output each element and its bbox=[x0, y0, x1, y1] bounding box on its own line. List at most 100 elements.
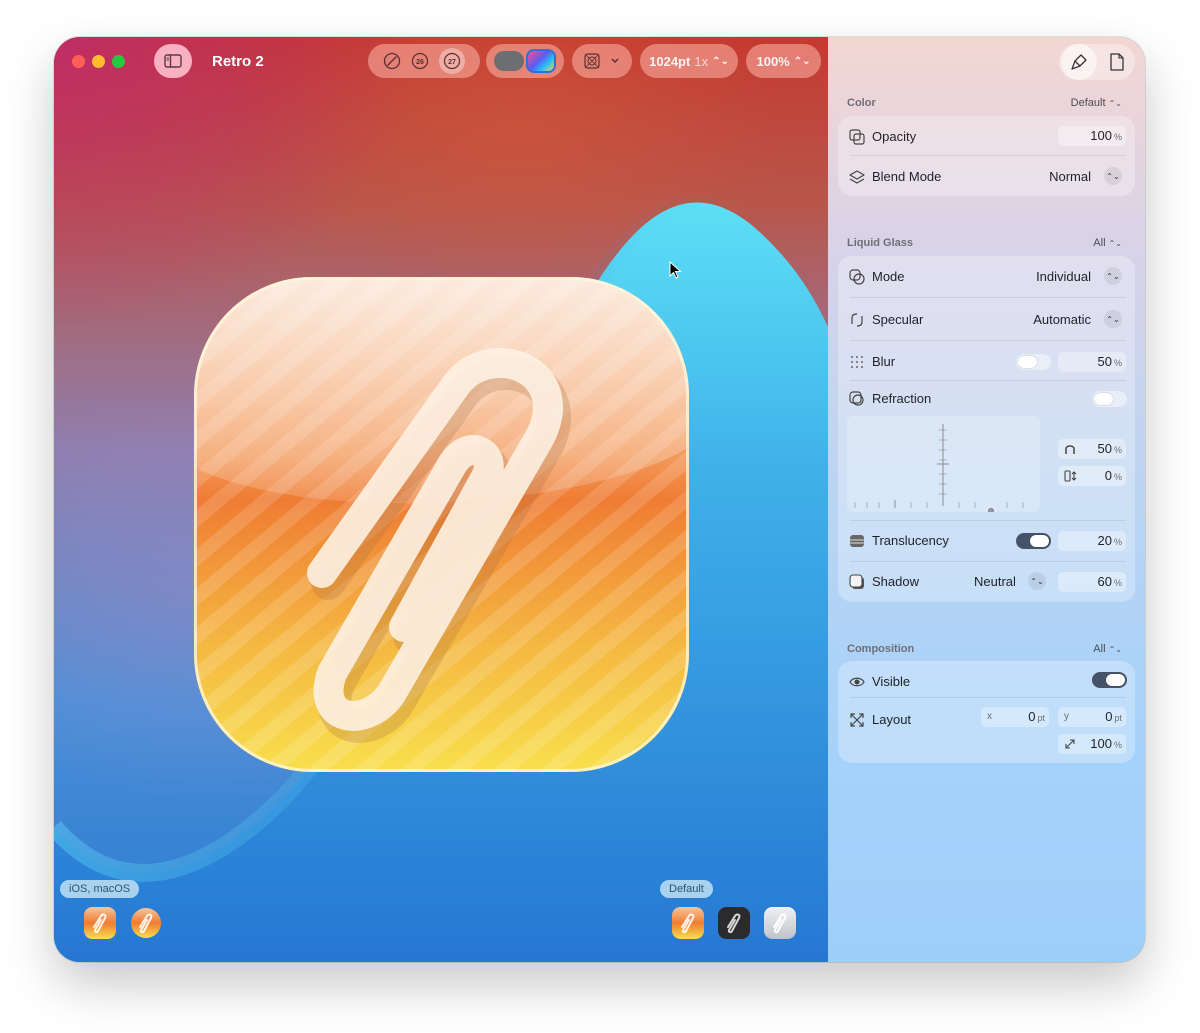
layout-x-value: 0 bbox=[1028, 709, 1036, 724]
zoom-value: 100% bbox=[756, 53, 790, 69]
mouse-cursor-icon bbox=[669, 261, 682, 279]
blur-icon bbox=[851, 356, 863, 368]
toggle-knob bbox=[1018, 356, 1037, 368]
fill-style-control[interactable] bbox=[486, 44, 564, 78]
refraction-toggle[interactable] bbox=[1092, 391, 1127, 407]
zoom-menu[interactable]: 100% ⌃⌄ bbox=[746, 44, 821, 78]
gradient-fill-swatch[interactable] bbox=[526, 49, 556, 73]
svg-text:27: 27 bbox=[448, 59, 456, 66]
translucency-value: 20 bbox=[1097, 533, 1112, 548]
none-slash-icon[interactable] bbox=[383, 52, 401, 70]
composition-group: Visible Layout x 0 pt y 0 pt 100% bbox=[838, 661, 1135, 763]
mode-row: Mode Individual ⌃⌄ bbox=[838, 256, 1135, 298]
layout-y-field[interactable]: y 0 pt bbox=[1058, 707, 1126, 727]
color-scope-menu[interactable]: Default ⌃⌄ bbox=[1071, 97, 1122, 109]
solid-fill-swatch[interactable] bbox=[494, 51, 524, 71]
mode-popup-button[interactable]: ⌃⌄ bbox=[1104, 267, 1122, 285]
canvas-area[interactable]: Retro 2 26 27 1024pt 1x ⌃⌄ 100% ⌃⌄ iOS, … bbox=[54, 37, 828, 962]
color-group: Opacity 100% Blend Mode Normal ⌃⌄ bbox=[838, 116, 1135, 196]
visible-label: Visible bbox=[872, 674, 911, 689]
shadow-field[interactable]: 60% bbox=[1058, 572, 1126, 592]
shadow-value: 60 bbox=[1097, 574, 1112, 589]
default-clear-icon-thumbnail[interactable] bbox=[764, 907, 796, 939]
appearance-segmented-control[interactable]: 26 27 bbox=[368, 44, 480, 78]
layout-x-field[interactable]: x 0 pt bbox=[981, 707, 1049, 727]
layout-scale-field[interactable]: 100% bbox=[1058, 734, 1126, 754]
specular-value[interactable]: Automatic bbox=[1033, 312, 1091, 327]
visible-toggle[interactable] bbox=[1092, 672, 1127, 688]
scale-value: 1x bbox=[694, 53, 709, 69]
macos-icon-thumbnail[interactable] bbox=[130, 907, 162, 939]
layout-y-prefix: y bbox=[1064, 711, 1069, 722]
arch-icon bbox=[1065, 445, 1075, 454]
ios-icon-thumbnail[interactable] bbox=[84, 907, 116, 939]
opacity-row: Opacity 100% bbox=[838, 116, 1135, 158]
ios-26-icon[interactable]: 26 bbox=[411, 52, 429, 70]
liquid-glass-section-title: Liquid Glass bbox=[847, 237, 914, 249]
layout-scale-value: 100 bbox=[1090, 736, 1112, 751]
refraction-depth-field[interactable]: 0% bbox=[1058, 466, 1126, 486]
blur-unit: % bbox=[1113, 358, 1122, 368]
toggle-knob bbox=[1106, 674, 1125, 686]
translucency-unit: % bbox=[1113, 537, 1122, 547]
blend-mode-popup-button[interactable]: ⌃⌄ bbox=[1104, 167, 1122, 185]
zoom-window-button[interactable] bbox=[112, 55, 125, 68]
blur-field[interactable]: 50% bbox=[1058, 352, 1126, 372]
opacity-icon bbox=[849, 129, 865, 145]
specular-label: Specular bbox=[872, 312, 924, 327]
shadow-label: Shadow bbox=[872, 574, 919, 589]
close-window-button[interactable] bbox=[72, 55, 85, 68]
canvas-size-menu[interactable]: 1024pt 1x ⌃⌄ bbox=[640, 44, 738, 78]
specular-row: Specular Automatic ⌃⌄ bbox=[838, 299, 1135, 341]
opacity-field[interactable]: 100% bbox=[1058, 126, 1126, 146]
refraction-pad[interactable] bbox=[847, 416, 1040, 516]
translucency-toggle[interactable] bbox=[1016, 533, 1051, 549]
layout-y-value: 0 bbox=[1105, 709, 1113, 724]
appearance-inspector-tab[interactable] bbox=[1061, 44, 1097, 80]
toggle-knob bbox=[1030, 535, 1049, 547]
liquid-glass-group: Mode Individual ⌃⌄ Specular Automatic ⌃⌄ bbox=[838, 256, 1135, 602]
refraction-label: Refraction bbox=[872, 391, 932, 406]
translucency-field[interactable]: 20% bbox=[1058, 531, 1126, 551]
default-dark-icon-thumbnail[interactable] bbox=[718, 907, 750, 939]
grid-overlay-menu[interactable] bbox=[572, 44, 632, 78]
up-down-chevron-icon: ⌃⌄ bbox=[1106, 171, 1120, 181]
default-light-icon-thumbnail[interactable] bbox=[672, 907, 704, 939]
mode-label: Mode bbox=[872, 269, 905, 284]
resize-arrows-icon bbox=[850, 713, 864, 727]
refraction-amount-field[interactable]: 50% bbox=[1058, 439, 1126, 459]
ios-27-button[interactable]: 27 bbox=[439, 48, 465, 74]
sidebar-icon bbox=[164, 54, 182, 68]
svg-text:26: 26 bbox=[416, 59, 424, 66]
app-icon-preview[interactable] bbox=[194, 277, 689, 772]
inspector-panel: Color Default ⌃⌄ Opacity 100% Blend Mode… bbox=[828, 37, 1145, 962]
translucency-icon bbox=[850, 535, 864, 547]
blend-mode-row: Blend Mode Normal ⌃⌄ bbox=[838, 156, 1135, 198]
refraction-amount-value: 50 bbox=[1097, 441, 1112, 456]
composition-scope-menu[interactable]: All ⌃⌄ bbox=[1093, 643, 1122, 655]
mode-icon bbox=[849, 269, 865, 285]
platform-label-ios-macos: iOS, macOS bbox=[60, 880, 140, 898]
mode-value[interactable]: Individual bbox=[1036, 269, 1091, 284]
depth-icon bbox=[1064, 470, 1077, 482]
opacity-unit: % bbox=[1113, 132, 1122, 142]
liquid-glass-scope-menu[interactable]: All ⌃⌄ bbox=[1093, 237, 1122, 249]
shadow-type-popup-button[interactable]: ⌃⌄ bbox=[1028, 572, 1046, 590]
minimize-window-button[interactable] bbox=[92, 55, 105, 68]
toggle-sidebar-button[interactable] bbox=[154, 44, 192, 78]
composition-scope-value: All bbox=[1093, 643, 1106, 655]
specular-popup-button[interactable]: ⌃⌄ bbox=[1104, 310, 1122, 328]
blur-toggle[interactable] bbox=[1016, 354, 1051, 370]
opacity-label: Opacity bbox=[872, 129, 917, 144]
document-inspector-tab[interactable] bbox=[1099, 44, 1135, 80]
specular-icon bbox=[851, 313, 863, 327]
paintbrush-icon bbox=[1071, 54, 1087, 70]
app-window: Retro 2 26 27 1024pt 1x ⌃⌄ 100% ⌃⌄ iOS, … bbox=[54, 37, 1145, 962]
blur-value: 50 bbox=[1097, 354, 1112, 369]
color-section-title: Color bbox=[847, 97, 876, 109]
blend-mode-value[interactable]: Normal bbox=[1049, 169, 1091, 184]
document-title: Retro 2 bbox=[212, 53, 264, 70]
refraction-depth-unit: % bbox=[1113, 472, 1122, 482]
composition-section-title: Composition bbox=[847, 643, 915, 655]
shadow-type-value[interactable]: Neutral bbox=[974, 574, 1016, 589]
